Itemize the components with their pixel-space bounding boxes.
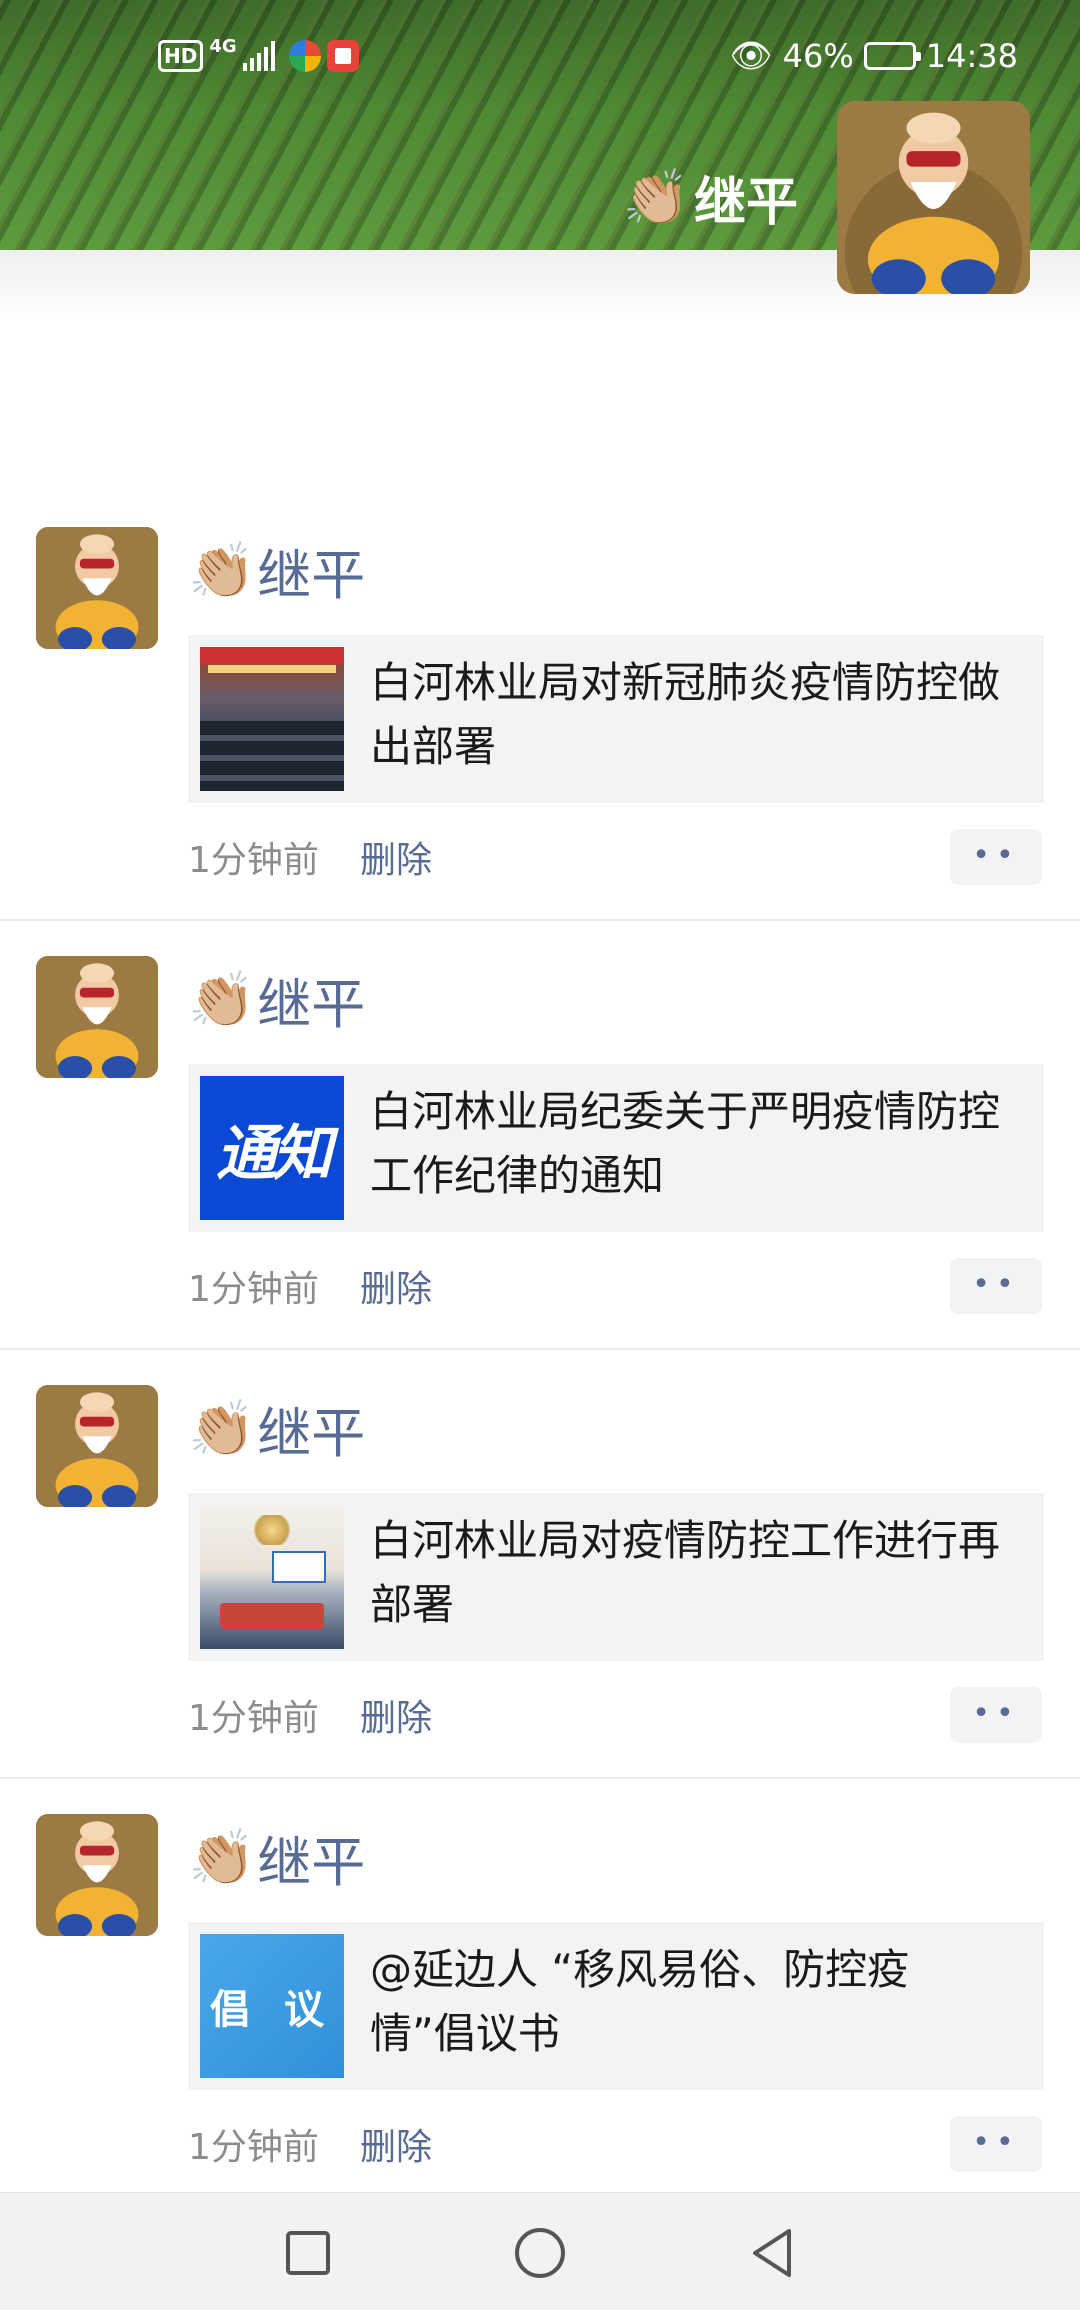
avatar-image — [36, 956, 158, 1078]
avatar-image — [837, 101, 1030, 294]
author-name[interactable]: 👏🏼 继平 — [188, 531, 365, 610]
delete-link[interactable]: 删除 — [360, 1689, 432, 1741]
system-navigation-bar — [0, 2192, 1080, 2310]
avatar-image — [36, 1814, 158, 1936]
clapping-hands-emoji: 👏🏼 — [622, 165, 690, 229]
hd-voice-icon: HD — [158, 40, 204, 72]
author-avatar[interactable] — [36, 1814, 158, 1936]
author-name-text: 继平 — [257, 1831, 366, 1894]
post-divider — [0, 919, 1080, 921]
shared-link-card[interactable]: 白河林业局对疫情防控工作进行再部署 — [188, 1493, 1044, 1661]
status-bar: HD 4G 👁 46% 14:38 — [0, 36, 1080, 86]
more-actions-button[interactable]: •• — [950, 2116, 1042, 2172]
delete-link[interactable]: 删除 — [360, 831, 432, 883]
avatar-image — [36, 527, 158, 649]
author-avatar[interactable] — [36, 527, 158, 649]
clock: 14:38 — [925, 37, 1018, 75]
profile-avatar[interactable] — [837, 101, 1030, 294]
more-actions-button[interactable]: •• — [950, 829, 1042, 885]
author-name-text: 继平 — [257, 544, 366, 607]
link-thumbnail — [200, 647, 344, 791]
link-title: @延边人 “移风易俗、防控疫情”倡议书 — [370, 1945, 910, 2058]
profile-name[interactable]: 👏🏼 继平 — [623, 160, 798, 235]
shared-link-card[interactable]: 白河林业局对新冠肺炎疫情防控做出部署 — [188, 635, 1044, 803]
shared-link-card[interactable]: 倡 议 @延边人 “移风易俗、防控疫情”倡议书 — [188, 1922, 1044, 2090]
clapping-hands-emoji: 👏🏼 — [188, 967, 256, 1031]
post-time: 1分钟前 — [188, 1269, 319, 1310]
delete-link[interactable]: 删除 — [360, 1260, 432, 1312]
author-avatar[interactable] — [36, 956, 158, 1078]
clapping-hands-emoji: 👏🏼 — [188, 538, 256, 602]
link-title: 白河林业局对疫情防控工作进行再部署 — [370, 1516, 1001, 1629]
back-button[interactable] — [732, 2213, 812, 2293]
post-time: 1分钟前 — [188, 1698, 319, 1739]
post-divider — [0, 1777, 1080, 1779]
app-notification-icon — [288, 40, 321, 72]
author-name-text: 继平 — [257, 1402, 366, 1465]
delete-link[interactable]: 删除 — [360, 2118, 432, 2170]
recent-apps-button[interactable] — [268, 2213, 348, 2293]
link-title: 白河林业局纪委关于严明疫情防控工作纪律的通知 — [370, 1087, 1001, 1200]
link-thumbnail — [200, 1505, 344, 1649]
link-thumbnail: 倡 议 — [200, 1934, 344, 2078]
recent-apps-icon — [286, 2231, 330, 2275]
battery-icon — [863, 42, 921, 70]
post-time: 1分钟前 — [188, 840, 319, 881]
post-time: 1分钟前 — [188, 2127, 319, 2168]
shared-link-card[interactable]: 通知 白河林业局纪委关于严明疫情防控工作纪律的通知 — [188, 1064, 1044, 1232]
profile-name-text: 继平 — [693, 173, 798, 233]
author-name[interactable]: 👏🏼 继平 — [188, 1389, 365, 1468]
author-avatar[interactable] — [36, 1385, 158, 1507]
signal-strength-icon — [242, 41, 275, 71]
more-actions-button[interactable]: •• — [950, 1687, 1042, 1743]
network-type-label: 4G — [209, 35, 237, 57]
clapping-hands-emoji: 👏🏼 — [188, 1396, 256, 1460]
avatar-image — [36, 1385, 158, 1507]
back-icon — [753, 2229, 791, 2277]
author-name-text: 继平 — [257, 973, 366, 1036]
reader-app-notification-icon — [326, 40, 359, 72]
clapping-hands-emoji: 👏🏼 — [188, 1825, 256, 1889]
post-divider — [0, 1348, 1080, 1350]
more-actions-button[interactable]: •• — [950, 1258, 1042, 1314]
home-button[interactable] — [500, 2213, 580, 2293]
home-icon — [515, 2228, 565, 2278]
link-title: 白河林业局对新冠肺炎疫情防控做出部署 — [370, 658, 1001, 771]
eye-comfort-icon: 👁 — [729, 36, 773, 76]
author-name[interactable]: 👏🏼 继平 — [188, 960, 365, 1039]
link-thumbnail: 通知 — [200, 1076, 344, 1220]
author-name[interactable]: 👏🏼 继平 — [188, 1818, 365, 1897]
battery-percent: 46% — [782, 37, 854, 75]
